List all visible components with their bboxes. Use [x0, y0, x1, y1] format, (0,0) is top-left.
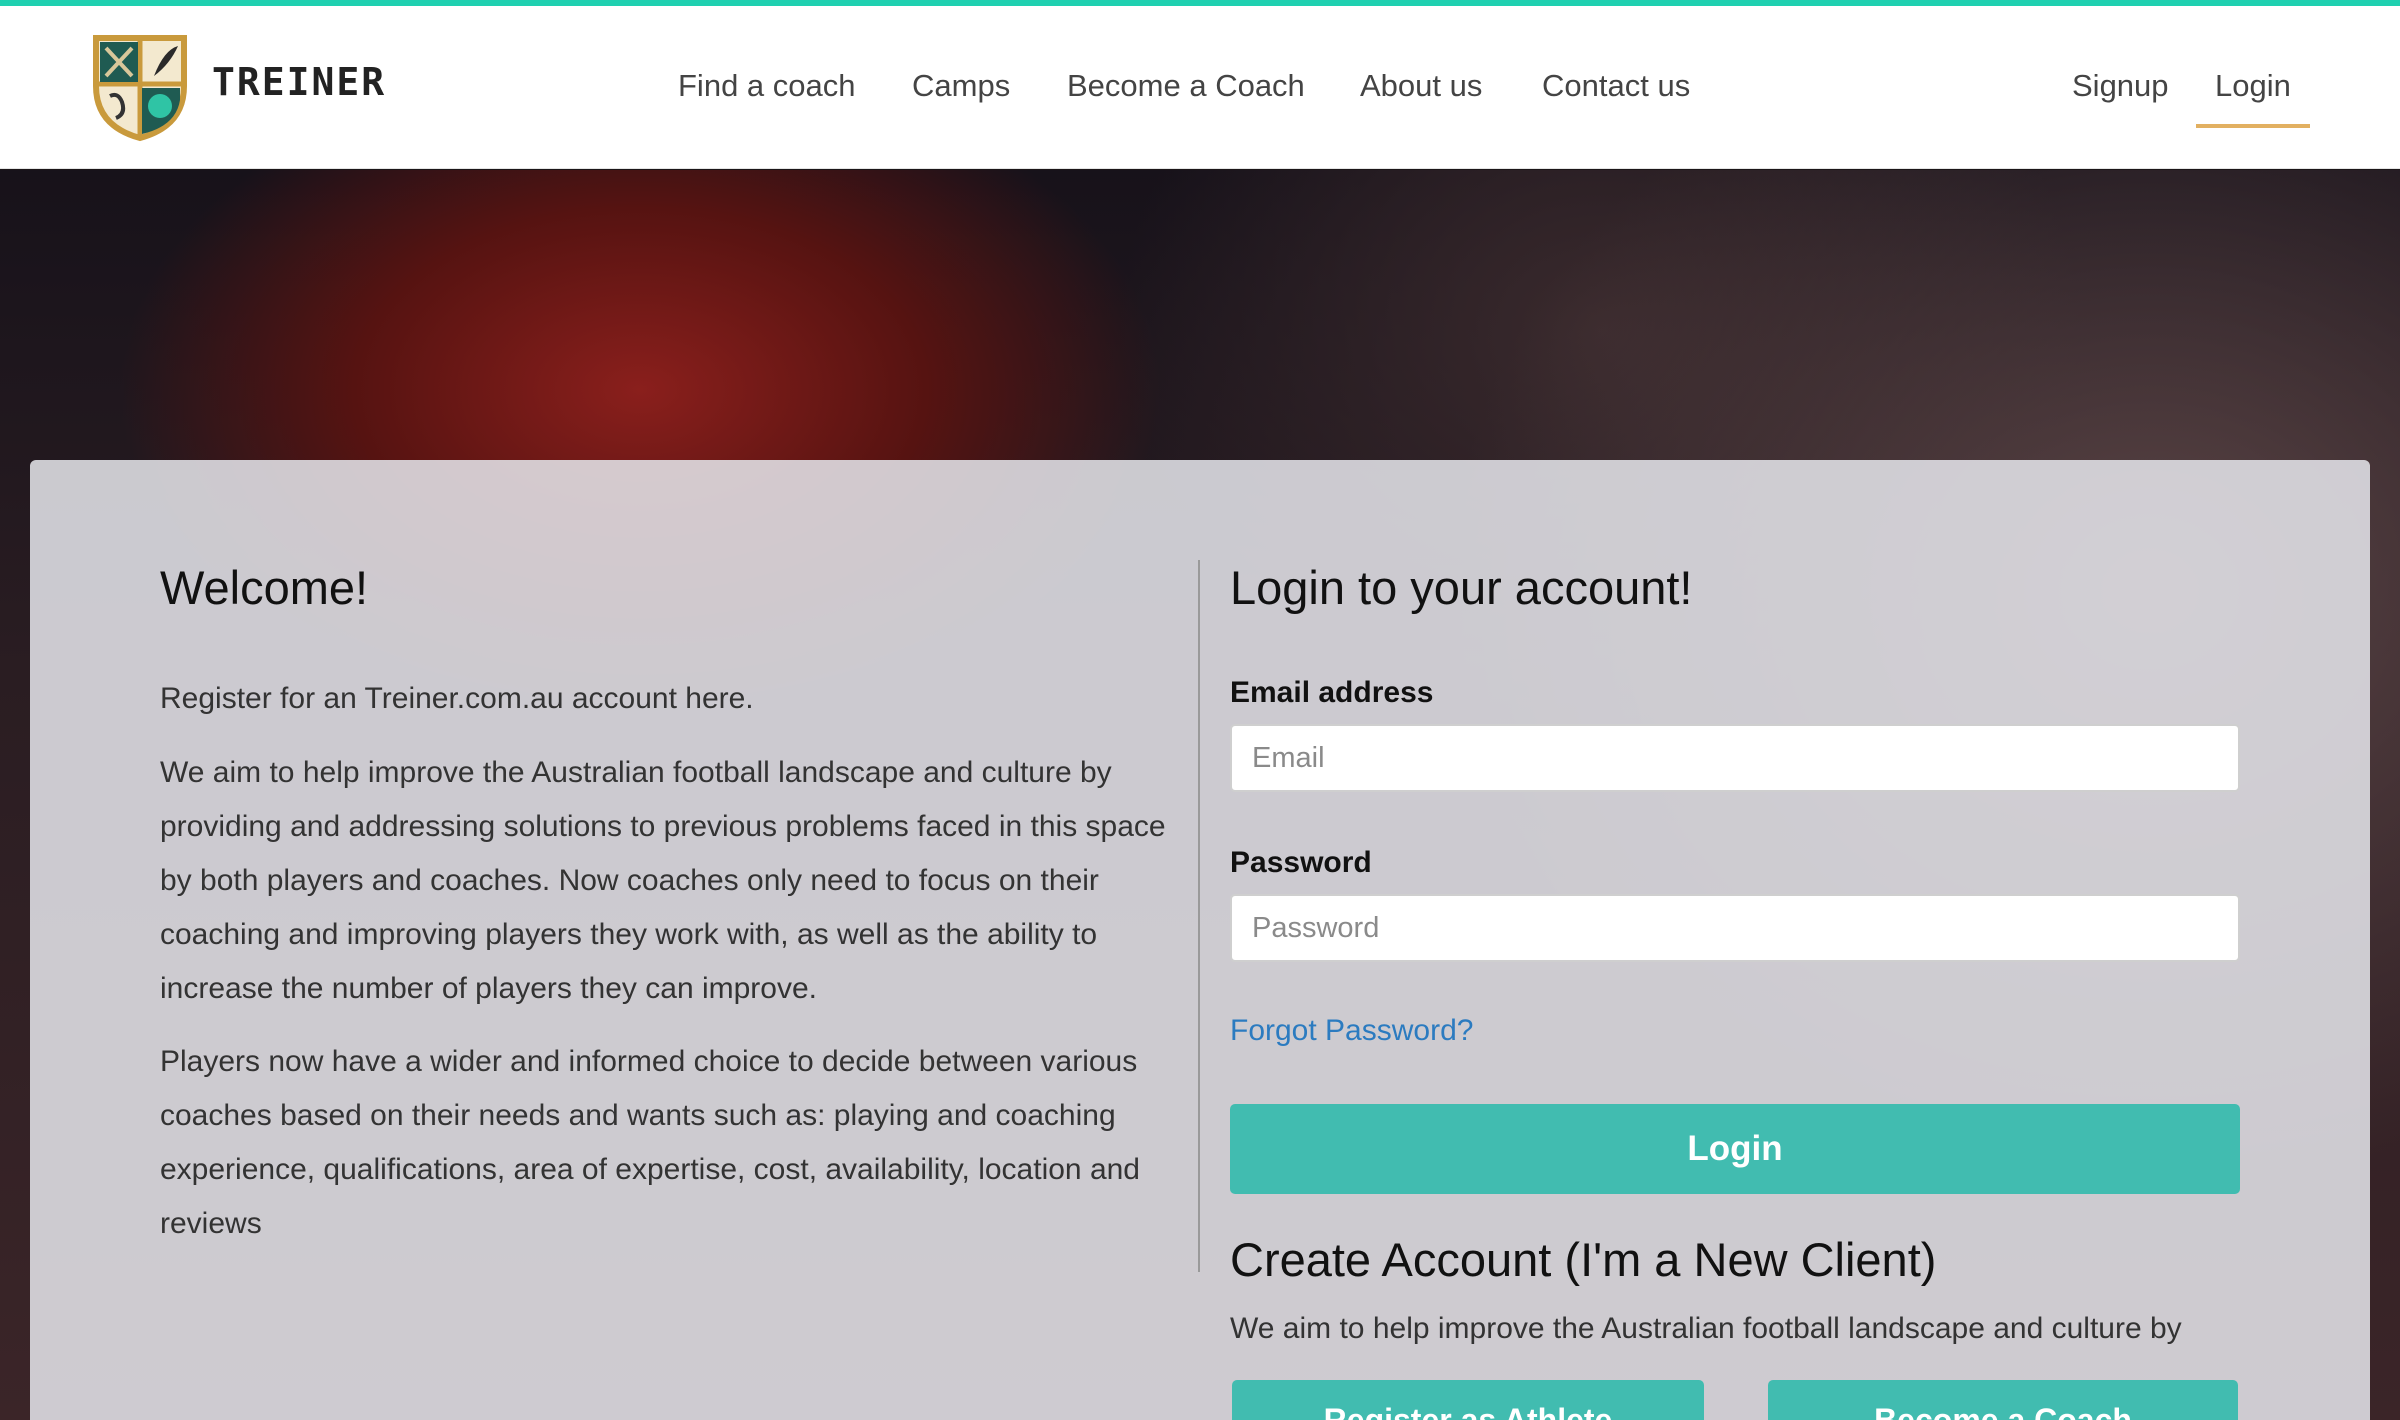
login-button[interactable]: Login	[1230, 1104, 2240, 1194]
welcome-paragraph-1: We aim to help improve the Australian fo…	[160, 756, 1166, 1005]
create-account-heading: Create Account (I'm a New Client)	[1230, 1233, 1937, 1286]
nav-contact-us[interactable]: Contact us	[1542, 68, 1690, 104]
nav-find-a-coach[interactable]: Find a coach	[678, 68, 856, 104]
register-athlete-button[interactable]: Register as Athlete	[1232, 1380, 1704, 1420]
brand-wordmark[interactable]: TREINER	[212, 60, 386, 104]
site-header: TREINER Find a coach Camps Become a Coac…	[0, 6, 2400, 169]
welcome-heading: Welcome!	[160, 561, 369, 614]
active-nav-underline	[2196, 124, 2310, 128]
nav-camps[interactable]: Camps	[912, 68, 1010, 104]
nav-about-us[interactable]: About us	[1360, 68, 1482, 104]
welcome-paragraph-2: Players now have a wider and informed ch…	[160, 1045, 1140, 1240]
nav-signup[interactable]: Signup	[2072, 68, 2169, 104]
treiner-logo[interactable]	[88, 30, 192, 142]
password-field[interactable]	[1230, 894, 2240, 962]
nav-login[interactable]: Login	[2215, 68, 2291, 104]
become-coach-button[interactable]: Become a Coach	[1768, 1380, 2238, 1420]
nav-become-a-coach[interactable]: Become a Coach	[1067, 68, 1305, 104]
column-divider	[1198, 560, 1200, 1272]
password-label: Password	[1230, 846, 1372, 879]
create-account-description: We aim to help improve the Australian fo…	[1230, 1312, 2182, 1345]
email-label: Email address	[1230, 676, 1434, 709]
welcome-intro: Register for an Treiner.com.au account h…	[160, 682, 754, 715]
login-heading: Login to your account!	[1230, 561, 1693, 614]
forgot-password-link[interactable]: Forgot Password?	[1230, 1014, 1473, 1048]
email-field[interactable]	[1230, 724, 2240, 792]
